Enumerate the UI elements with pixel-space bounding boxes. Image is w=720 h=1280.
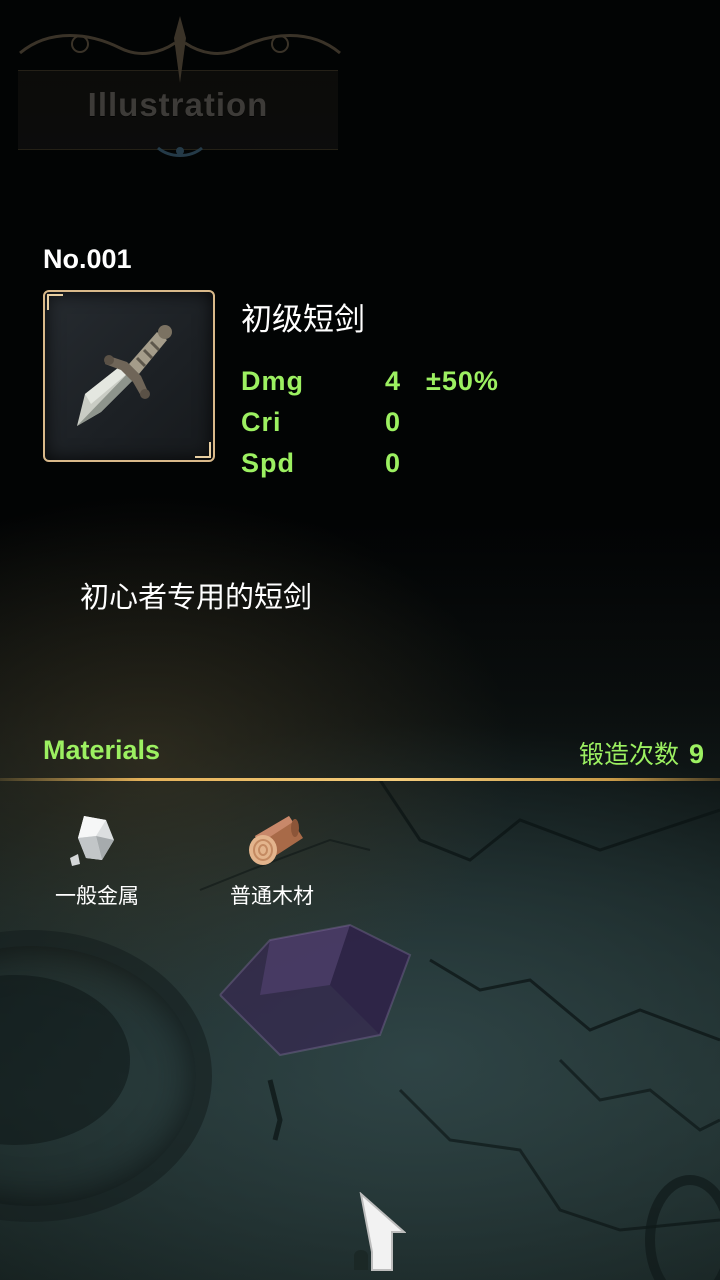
crystal-background bbox=[219, 923, 412, 1057]
home-icon bbox=[354, 1191, 407, 1271]
materials-title: Materials bbox=[43, 735, 161, 765]
stat-label: Cri bbox=[241, 407, 282, 437]
wood-log-icon bbox=[249, 816, 303, 865]
illustration-screen: Illustration No.001 初级短剑 Dmg 4 ±50% Cri … bbox=[0, 0, 720, 1280]
stat-label: Dmg bbox=[241, 366, 304, 396]
material-label: 普通木材 bbox=[230, 884, 314, 908]
illustration-header: Illustration bbox=[10, 8, 350, 158]
stat-row-dmg: Dmg 4 ±50% bbox=[241, 366, 561, 407]
stat-value: 4 bbox=[385, 366, 402, 396]
stat-value: 0 bbox=[385, 407, 402, 437]
frame-corner-ornament bbox=[195, 442, 211, 458]
forge-count-value: 9 bbox=[688, 739, 704, 769]
home-button[interactable] bbox=[316, 1191, 407, 1272]
forge-count-label: 锻造次数 bbox=[578, 740, 679, 769]
material-item-wood[interactable]: 普通木材 bbox=[212, 810, 332, 910]
stat-variance: ±50% bbox=[426, 366, 499, 396]
item-stats: Dmg 4 ±50% Cri 0 Spd 0 bbox=[241, 366, 561, 489]
material-label: 一般金属 bbox=[55, 884, 139, 908]
forge-count: 锻造次数 9 bbox=[579, 735, 704, 771]
item-name: 初级短剑 bbox=[241, 302, 365, 338]
stat-row-cri: Cri 0 bbox=[241, 407, 561, 448]
metal-ore-icon bbox=[70, 816, 114, 866]
item-portrait-frame bbox=[43, 290, 215, 462]
material-item-metal[interactable]: 一般金属 bbox=[37, 810, 157, 910]
dagger-icon bbox=[77, 325, 172, 426]
item-description: 初心者专用的短剑 bbox=[80, 580, 313, 614]
frame-corner-ornament bbox=[47, 294, 63, 310]
stat-label: Spd bbox=[241, 448, 295, 478]
stat-value: 0 bbox=[385, 448, 402, 478]
page-title: Illustration bbox=[87, 86, 269, 123]
item-number: No.001 bbox=[43, 244, 132, 274]
materials-divider bbox=[0, 778, 720, 781]
stat-row-spd: Spd 0 bbox=[241, 448, 561, 489]
scroll-ornament-icon bbox=[19, 16, 341, 157]
